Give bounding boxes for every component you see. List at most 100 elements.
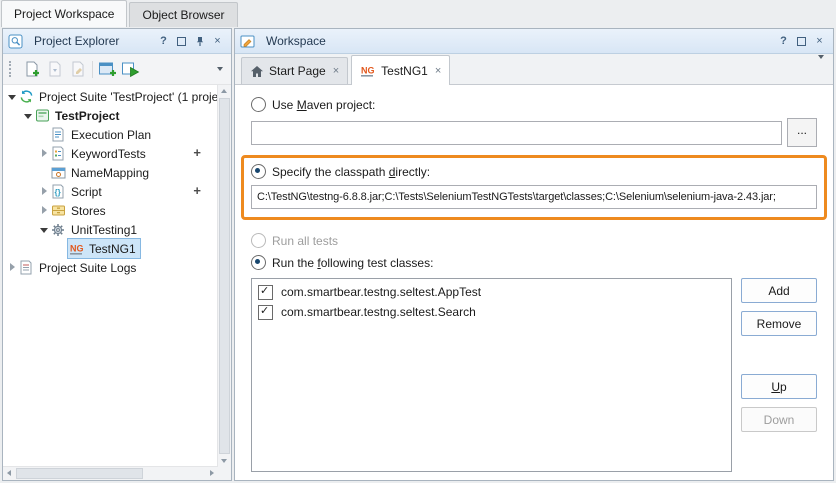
tab-object-browser[interactable]: Object Browser: [129, 2, 237, 27]
workspace-panel: Workspace ? × Start Page × NG Test: [234, 28, 834, 481]
maximize-icon[interactable]: [173, 33, 190, 49]
classpath-radio-label: Specify the classpath directly:: [272, 165, 430, 179]
tree-item-project-suite-logs[interactable]: Project Suite Logs: [3, 258, 218, 277]
maven-radio-label: Use Maven project:: [272, 98, 375, 112]
edit-item-icon[interactable]: [66, 58, 89, 81]
maven-path-field[interactable]: [251, 121, 782, 145]
quick-add-icon[interactable]: +: [193, 145, 201, 160]
expander-closed-icon[interactable]: [37, 182, 51, 201]
help-icon[interactable]: ?: [775, 33, 792, 49]
tree-item-label: NameMapping: [71, 166, 149, 180]
close-icon[interactable]: ×: [811, 33, 828, 49]
down-button: Down: [741, 407, 817, 432]
document-tab-bar: Start Page × NG TestNG1 ×: [235, 54, 833, 85]
tab-start-page[interactable]: Start Page ×: [241, 57, 348, 84]
expander-open-icon[interactable]: [5, 87, 19, 106]
tree-item-testproject[interactable]: TestProject: [3, 106, 218, 125]
tree-item-label: KeywordTests: [71, 147, 146, 161]
help-icon[interactable]: ?: [155, 33, 172, 49]
horizontal-scrollbar[interactable]: [3, 466, 218, 480]
expander-open-icon[interactable]: [21, 106, 35, 125]
workspace-header: Workspace ? ×: [235, 29, 833, 54]
scrollbar-corner: [218, 467, 231, 480]
testng-icon: NG: [360, 64, 376, 78]
expander-spacer: [37, 125, 51, 144]
tree-item-script[interactable]: {} Script +: [3, 182, 218, 201]
expander-closed-icon[interactable]: [5, 258, 19, 277]
tab-list-dropdown-icon[interactable]: [818, 59, 824, 73]
run-all-option-row: Run all tests: [251, 232, 817, 249]
name-mapping-icon: [51, 165, 68, 181]
script-icon: {}: [51, 184, 68, 200]
project-explorer-icon: [8, 33, 25, 49]
tree-item-testng1[interactable]: NG TestNG1: [3, 239, 218, 258]
browse-button[interactable]: ...: [787, 118, 817, 147]
scroll-down-icon[interactable]: [218, 455, 230, 467]
tree-item-unittesting1[interactable]: UnitTesting1: [3, 220, 218, 239]
tab-label: TestNG1: [381, 64, 428, 78]
svg-text:NG: NG: [70, 243, 84, 253]
test-class-checkbox[interactable]: [258, 305, 273, 320]
execution-plan-icon: [51, 127, 68, 143]
add-panel-icon[interactable]: [96, 58, 119, 81]
workspace-icon: [240, 33, 257, 49]
expander-closed-icon[interactable]: [37, 201, 51, 220]
tree-item-namemapping[interactable]: NameMapping: [3, 163, 218, 182]
quick-add-icon[interactable]: +: [193, 183, 201, 198]
remove-button[interactable]: Remove: [741, 311, 817, 336]
test-class-row[interactable]: com.smartbear.testng.seltest.Search: [252, 302, 731, 322]
run-project-icon[interactable]: [119, 58, 142, 81]
classpath-radio[interactable]: [251, 164, 266, 179]
test-class-label: com.smartbear.testng.seltest.AppTest: [281, 285, 481, 299]
home-icon: [250, 65, 264, 78]
scroll-left-icon[interactable]: [3, 467, 15, 479]
tab-project-workspace[interactable]: Project Workspace: [1, 0, 127, 27]
vertical-scroll-thumb[interactable]: [219, 98, 230, 454]
test-classes-list[interactable]: com.smartbear.testng.seltest.AppTest com…: [251, 278, 732, 472]
test-class-row[interactable]: com.smartbear.testng.seltest.AppTest: [252, 282, 731, 302]
add-existing-item-icon[interactable]: [43, 58, 66, 81]
tree-item-keywordtests[interactable]: KeywordTests +: [3, 144, 218, 163]
tree-item-label: TestNG1: [89, 242, 136, 256]
project-icon: [35, 108, 52, 124]
run-classes-radio[interactable]: [251, 255, 266, 270]
add-button[interactable]: Add: [741, 278, 817, 303]
tab-testng1[interactable]: NG TestNG1 ×: [351, 55, 450, 85]
project-explorer-header: Project Explorer ? ×: [3, 29, 231, 54]
classpath-field[interactable]: C:\TestNG\testng-6.8.8.jar;C:\Tests\Sele…: [251, 185, 817, 209]
scroll-right-icon[interactable]: [206, 467, 218, 479]
add-new-item-icon[interactable]: [20, 58, 43, 81]
tree-item-stores[interactable]: Stores: [3, 201, 218, 220]
vertical-scrollbar[interactable]: [217, 85, 231, 467]
project-explorer-panel: Project Explorer ? ×: [2, 28, 232, 481]
main-area: Project Explorer ? ×: [0, 27, 836, 483]
scroll-up-icon[interactable]: [218, 85, 230, 97]
close-tab-icon[interactable]: ×: [435, 65, 441, 77]
tree-item-label: Stores: [71, 204, 106, 218]
callout-highlight: Specify the classpath directly: C:\TestN…: [241, 155, 827, 220]
maven-radio[interactable]: [251, 97, 266, 112]
svg-text:{}: {}: [55, 188, 61, 197]
toolbar-overflow-icon[interactable]: [213, 67, 227, 71]
pin-icon[interactable]: [191, 33, 208, 49]
project-explorer-title: Project Explorer: [34, 34, 154, 48]
tree-item-execution-plan[interactable]: Execution Plan: [3, 125, 218, 144]
maven-option-row: Use Maven project:: [251, 96, 817, 113]
expander-closed-icon[interactable]: [37, 144, 51, 163]
toolbar-grip-handle[interactable]: [9, 61, 14, 77]
project-suite-icon: [19, 89, 36, 105]
tree-item-project-suite[interactable]: Project Suite 'TestProject' (1 project): [3, 87, 218, 106]
test-class-checkbox[interactable]: [258, 285, 273, 300]
classpath-option-row: Specify the classpath directly:: [251, 163, 817, 180]
project-explorer-toolbar: [3, 54, 231, 85]
project-tree: Project Suite 'TestProject' (1 project) …: [3, 85, 231, 480]
toolbar-separator: [92, 61, 93, 78]
maximize-icon[interactable]: [793, 33, 810, 49]
horizontal-scroll-thumb[interactable]: [16, 468, 143, 479]
up-button[interactable]: Up: [741, 374, 817, 399]
expander-spacer: [53, 239, 67, 258]
close-icon[interactable]: ×: [209, 33, 226, 49]
expander-open-icon[interactable]: [37, 220, 51, 239]
list-buttons-column: Add Remove Up Down: [741, 278, 817, 472]
close-tab-icon[interactable]: ×: [333, 65, 339, 77]
